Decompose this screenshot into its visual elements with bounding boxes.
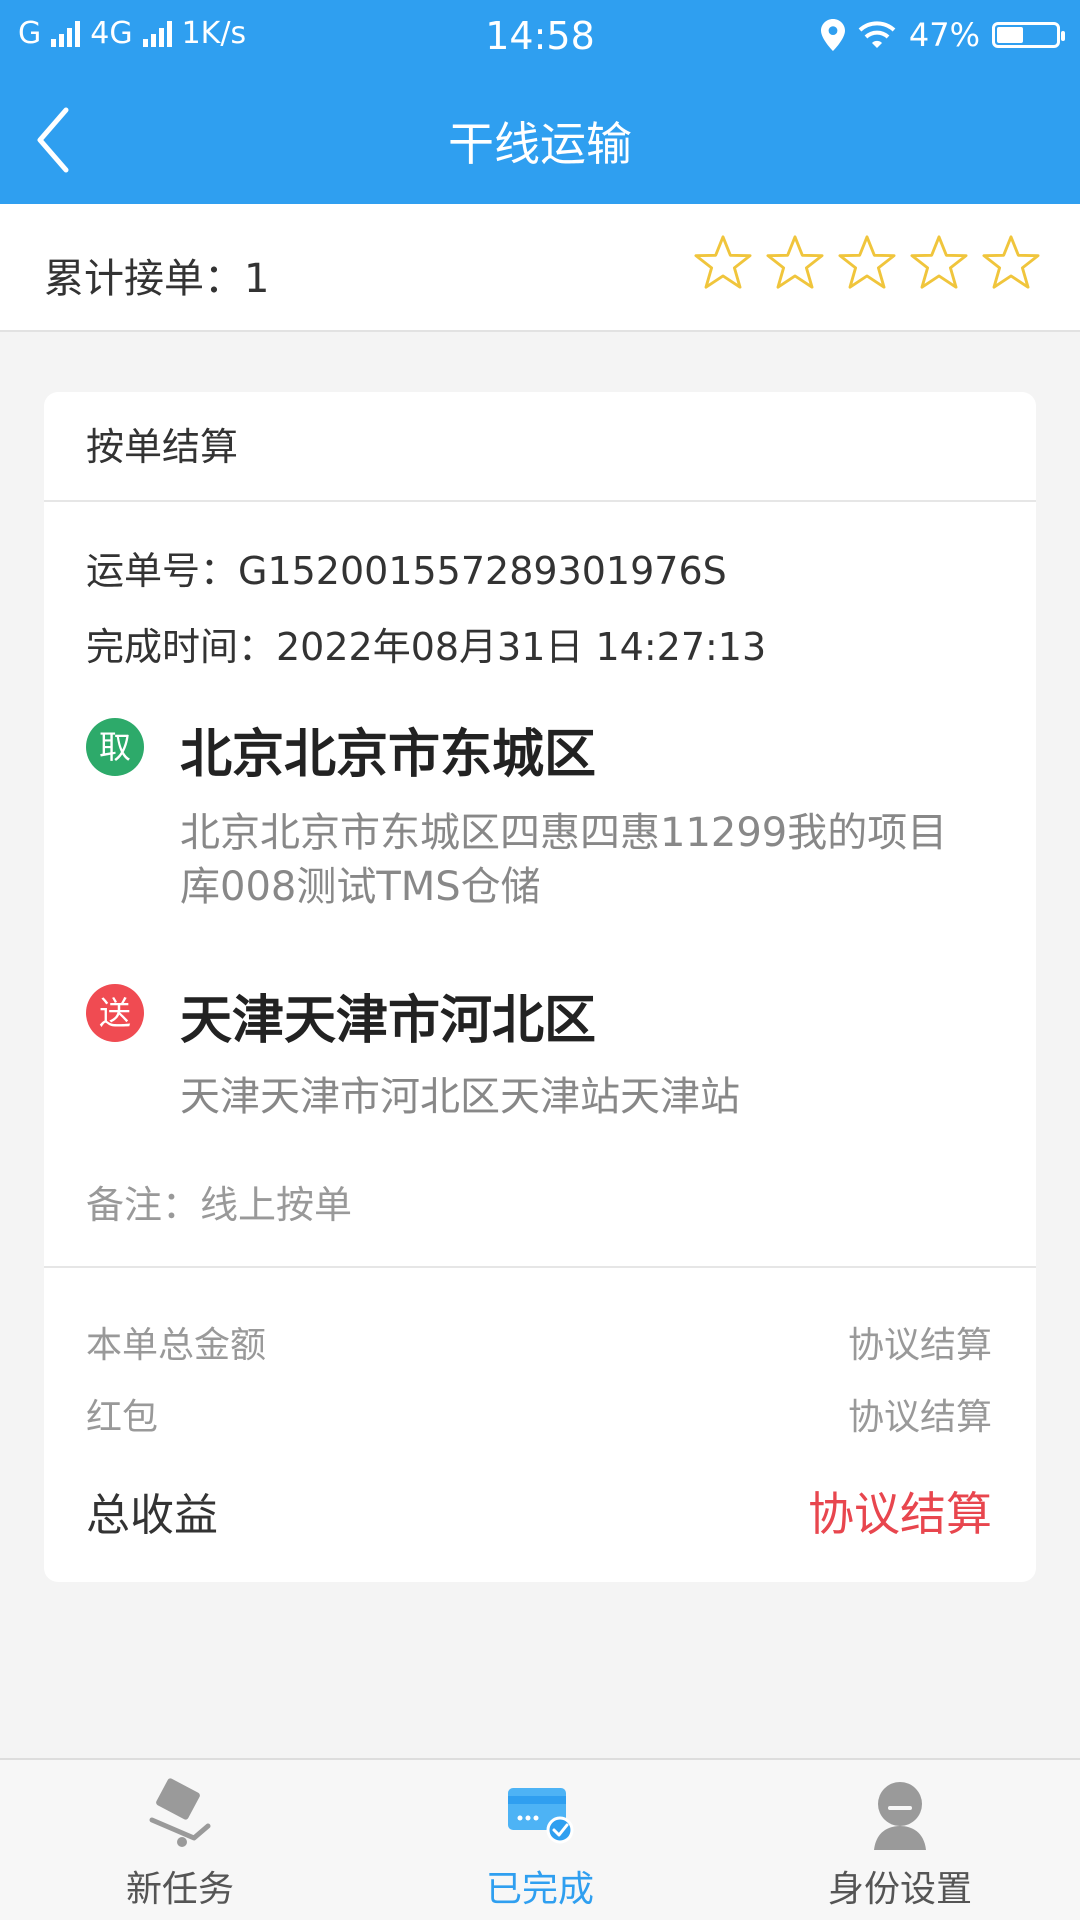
total-earnings-value: 协议结算 — [808, 1487, 992, 1541]
battery-icon — [992, 22, 1065, 48]
star-icon — [766, 235, 824, 289]
nav-completed[interactable]: 已完成 — [360, 1760, 720, 1920]
fee-value: 协议结算 — [847, 1325, 992, 1366]
fee-label: 本单总金额 — [86, 1325, 267, 1366]
complete-time: 完成时间：2022年08月31日 14:27:13 — [86, 625, 767, 669]
total-earnings-row: 总收益 协议结算 — [86, 1478, 992, 1544]
order-summary: 累计接单：1 — [0, 204, 1080, 332]
order-card[interactable]: 按单结算 运单号：G152001557289301976S 完成时间：2022年… — [44, 392, 1036, 1582]
pickup-address: 北京北京市东城区四惠四惠11299我的项目库008测试TMS仓储 — [180, 810, 948, 910]
bottom-nav: 新任务 已完成 身份设置 — [0, 1758, 1080, 1920]
battery-percent: 47% — [908, 16, 980, 54]
status-bar: G 4G 1K/s 14:58 47% — [0, 0, 1080, 72]
delivery-address: 天津天津市河北区天津站天津站 — [180, 1074, 740, 1120]
top-bar: G 4G 1K/s 14:58 47% 干线运输 — [0, 0, 1080, 204]
fee-label: 红包 — [86, 1397, 159, 1438]
fee-row-total-amount: 本单总金额 协议结算 — [86, 1316, 992, 1368]
card-divider — [44, 1266, 1036, 1268]
order-remark: 备注：线上按单 — [86, 1183, 353, 1227]
page-title: 干线运输 — [448, 117, 632, 171]
location-icon — [820, 19, 845, 51]
nav-label: 新任务 — [125, 1869, 234, 1910]
pickup-badge: 取 — [86, 718, 144, 776]
star-icon — [694, 235, 752, 289]
nav-identity-settings[interactable]: 身份设置 — [720, 1760, 1080, 1920]
total-earnings-label: 总收益 — [86, 1490, 218, 1541]
user-icon — [874, 1782, 926, 1850]
star-icon — [910, 235, 968, 289]
status-right: 47% — [820, 16, 1065, 54]
nav-label: 已完成 — [485, 1869, 594, 1910]
title-bar: 干线运输 — [0, 72, 1080, 204]
orders-count: 累计接单：1 — [44, 256, 270, 302]
rating-stars — [694, 234, 1040, 292]
waybill-number: 运单号：G152001557289301976S — [86, 549, 727, 593]
pickup-city: 北京北京市东城区 — [180, 725, 597, 785]
fee-value: 协议结算 — [847, 1397, 992, 1438]
nav-label: 身份设置 — [827, 1869, 972, 1910]
card-check-icon — [508, 1788, 574, 1844]
delivery-badge: 送 — [86, 984, 144, 1042]
star-icon — [982, 235, 1040, 289]
delivery-city: 天津天津市河北区 — [180, 991, 597, 1051]
nav-new-task[interactable]: 新任务 — [0, 1760, 360, 1920]
cart-icon — [149, 1778, 211, 1847]
wifi-icon — [858, 21, 896, 48]
star-icon — [838, 235, 896, 289]
fee-row-red-packet: 红包 协议结算 — [86, 1388, 992, 1440]
settlement-type: 按单结算 — [44, 392, 1036, 502]
